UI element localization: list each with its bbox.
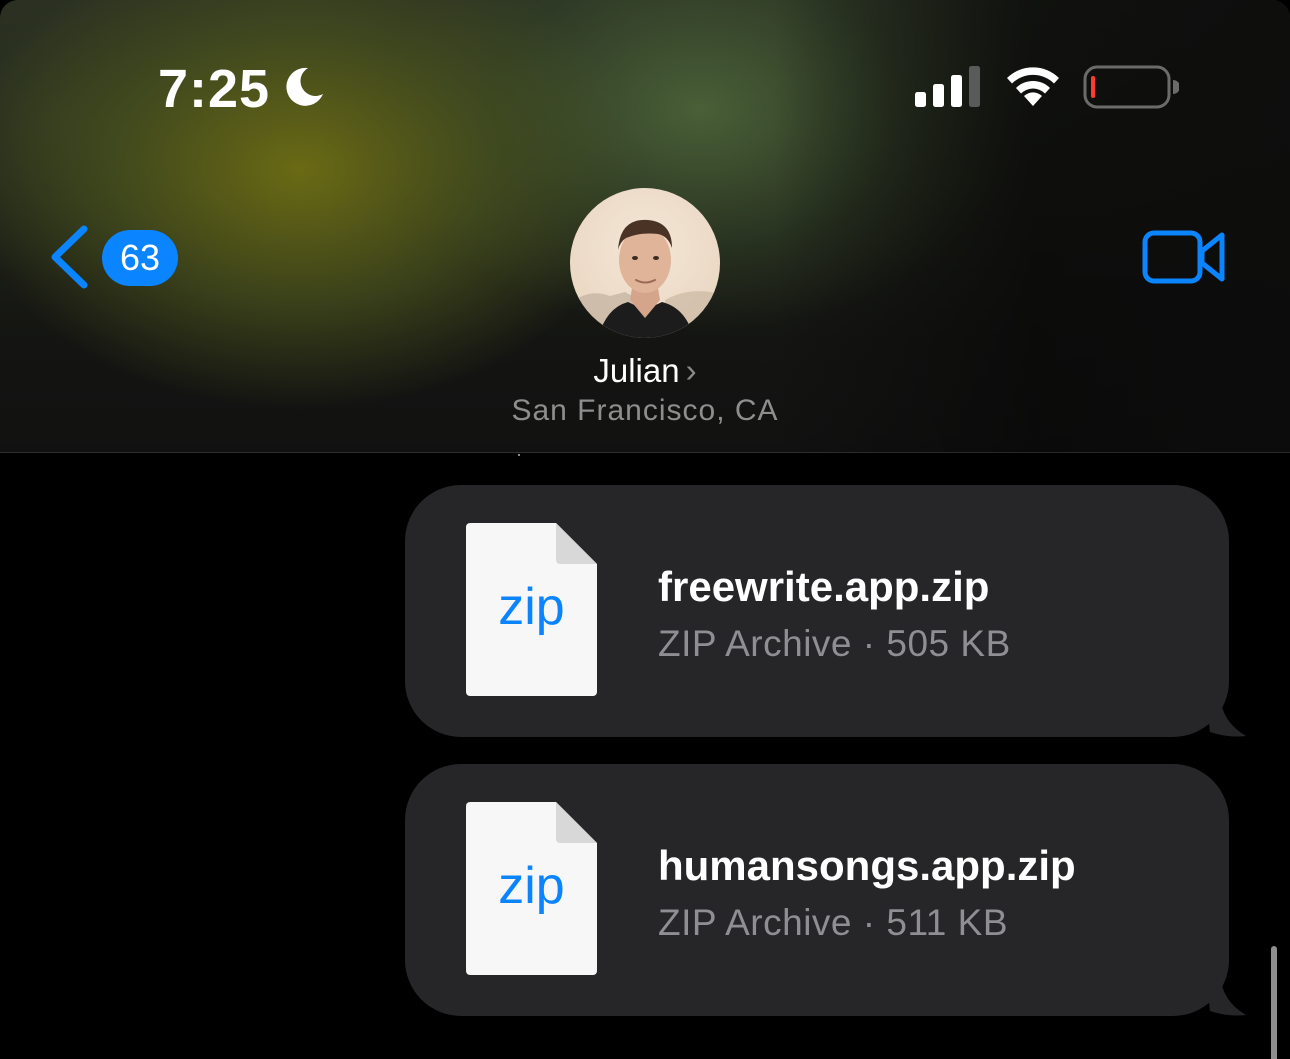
file-name: freewrite.app.zip (658, 563, 990, 610)
bubble-tail (1206, 975, 1246, 1016)
chevron-right-icon: › (685, 352, 697, 389)
battery-low-icon (1083, 65, 1179, 109)
chevron-left-icon (51, 225, 88, 289)
contact-location: San Francisco, CA (511, 394, 779, 427)
contact-name-button[interactable]: Julian › (0, 352, 1290, 390)
contact-avatar[interactable] (570, 188, 720, 338)
attachment-bubble[interactable]: zip humansongs.app.zip ZIP Archive · 511… (405, 764, 1229, 1016)
scrollbar[interactable] (1271, 946, 1277, 1059)
moon-icon (286, 67, 323, 106)
file-type-label: zip (498, 578, 565, 636)
video-camera-icon[interactable] (1142, 228, 1226, 286)
header-divider (0, 452, 1290, 453)
status-time: 7:25 (158, 59, 271, 119)
contact-name: Julian (593, 352, 680, 389)
attachment-bubble[interactable]: zip freewrite.app.zip ZIP Archive · 505 … (405, 485, 1229, 737)
wifi-icon (1007, 67, 1059, 106)
back-button[interactable]: 63 (46, 222, 186, 292)
file-name: humansongs.app.zip (658, 842, 1076, 889)
contact-photo (570, 188, 720, 338)
file-meta: ZIP Archive · 511 KB (658, 902, 1009, 943)
divider-mark (518, 454, 520, 456)
unread-count-badge: 63 (102, 230, 178, 286)
file-meta: ZIP Archive · 505 KB (658, 623, 1011, 664)
bubble-tail (1206, 696, 1246, 737)
cellular-signal-icon (915, 66, 980, 107)
file-type-label: zip (498, 857, 565, 915)
messages-screen: 7:25 63 Julian › San Francisco, CA zip f… (0, 0, 1290, 1059)
